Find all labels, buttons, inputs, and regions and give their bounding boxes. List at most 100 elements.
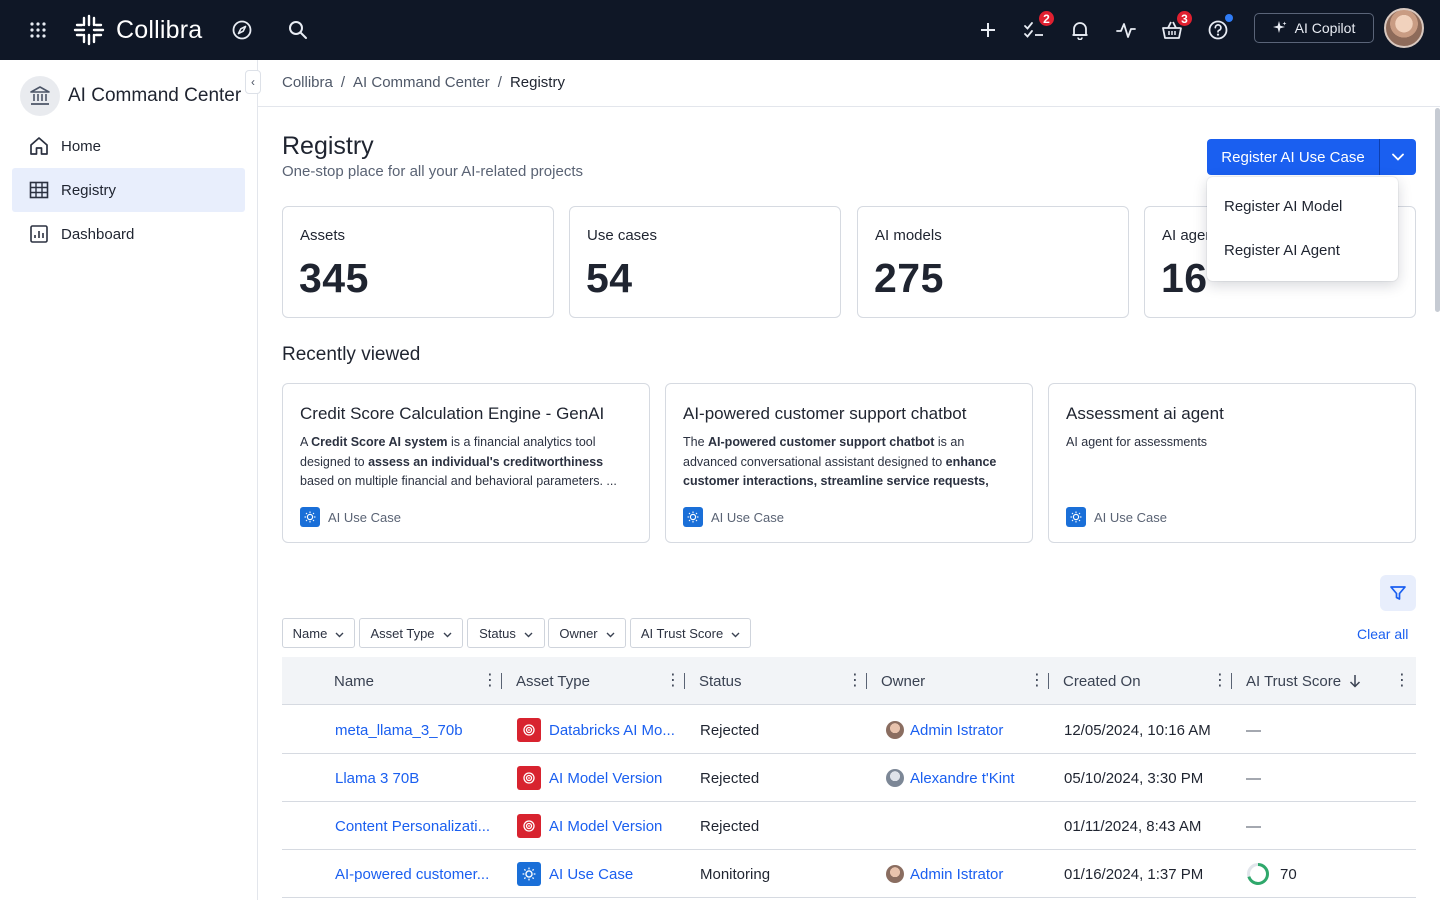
ai-model-icon (517, 814, 541, 838)
menu-item-register-ai-agent[interactable]: Register AI Agent (1224, 242, 1340, 259)
add-icon[interactable] (972, 14, 1004, 46)
sidebar-item-home[interactable]: Home (12, 124, 245, 168)
column-header-owner[interactable]: Owner (881, 657, 925, 705)
column-header-status[interactable]: Status (699, 657, 742, 705)
row-owner-link[interactable]: Admin Istrator (910, 722, 1003, 739)
stat-value: 54 (586, 255, 633, 301)
recent-card[interactable]: AI-powered customer support chatbot The … (665, 383, 1033, 543)
filter-chip-asset-type[interactable]: Asset Type (359, 618, 463, 648)
row-status: Rejected (700, 817, 760, 835)
column-separator[interactable] (501, 673, 502, 689)
collapse-sidebar-button[interactable]: ‹ (245, 70, 261, 94)
table-row[interactable]: meta_llama_3_70b Databricks AI Mo... Rej… (282, 706, 1416, 754)
breadcrumb-ai-command-center[interactable]: AI Command Center (353, 74, 490, 91)
breadcrumb-divider (258, 106, 1440, 107)
stat-card-ai-models[interactable]: AI models 275 (857, 206, 1129, 318)
table-row[interactable]: AI-powered customer... AI Use Case Monit… (282, 850, 1416, 898)
row-asset-type-link[interactable]: AI Model Version (549, 770, 662, 787)
register-dropdown-toggle[interactable] (1380, 139, 1416, 175)
column-separator[interactable] (1048, 673, 1049, 689)
menu-item-register-ai-model[interactable]: Register AI Model (1224, 198, 1342, 215)
tasks-icon[interactable]: 2 (1018, 9, 1056, 46)
breadcrumb: Collibra / AI Command Center / Registry (282, 74, 565, 91)
sidebar-item-label: Dashboard (61, 225, 135, 243)
basket-icon[interactable]: 3 (1156, 9, 1194, 46)
stat-card-assets[interactable]: Assets 345 (282, 206, 554, 318)
column-header-created-on[interactable]: Created On (1063, 657, 1141, 705)
row-created-on: 12/05/2024, 10:16 AM (1064, 721, 1211, 739)
row-asset-type-link[interactable]: Databricks AI Mo... (549, 722, 675, 739)
recent-card-type: AI Use Case (300, 507, 401, 527)
clear-all-link[interactable]: Clear all (1357, 626, 1408, 642)
user-avatar[interactable] (1384, 8, 1424, 48)
bell-icon[interactable] (1064, 14, 1096, 46)
column-menu-icon[interactable]: ⋮ (1212, 673, 1228, 689)
filter-button[interactable] (1380, 575, 1416, 611)
activity-icon[interactable] (1110, 14, 1142, 46)
search-icon[interactable] (282, 14, 314, 46)
compass-icon[interactable] (226, 14, 258, 46)
recent-card[interactable]: Credit Score Calculation Engine - GenAI … (282, 383, 650, 543)
table-header: Name ⋮ Asset Type ⋮ Status ⋮ Owner ⋮ Cre… (282, 657, 1416, 705)
recent-card-title: Credit Score Calculation Engine - GenAI (300, 404, 605, 423)
collibra-logo[interactable]: Collibra (72, 12, 202, 48)
filter-chip-ai-trust-score[interactable]: AI Trust Score (630, 618, 751, 648)
column-separator[interactable] (1231, 673, 1232, 689)
ai-copilot-button[interactable]: AI Copilot (1254, 13, 1374, 43)
row-name-link[interactable]: AI-powered customer... (335, 850, 489, 898)
recent-card-description: A Credit Score AI system is a financial … (300, 435, 617, 488)
register-dropdown-menu: Register AI Model Register AI Agent (1207, 177, 1398, 281)
top-bar: Collibra 2 3 AI Copilot (0, 0, 1440, 60)
brand-name: Collibra (116, 15, 203, 44)
table-row[interactable]: Llama 3 70B AI Model Version Rejected Al… (282, 754, 1416, 802)
row-asset-type-link[interactable]: AI Use Case (549, 866, 633, 883)
recent-card[interactable]: Assessment ai agent AI agent for assessm… (1048, 383, 1416, 543)
help-icon[interactable] (1202, 14, 1234, 46)
column-separator[interactable] (684, 673, 685, 689)
column-header-ai-trust-score[interactable]: AI Trust Score (1246, 657, 1361, 705)
filter-chip-status[interactable]: Status (467, 618, 545, 648)
column-menu-icon[interactable]: ⋮ (847, 673, 863, 689)
column-header-name[interactable]: Name (334, 657, 374, 705)
sidebar-header: AI Command Center (20, 76, 241, 116)
chevron-down-icon (731, 626, 740, 641)
column-menu-icon[interactable]: ⋮ (665, 673, 681, 689)
sidebar-item-dashboard[interactable]: Dashboard (12, 212, 245, 256)
owner-avatar (886, 769, 904, 787)
app-grid-icon[interactable] (22, 14, 54, 46)
filter-chip-owner[interactable]: Owner (548, 618, 626, 648)
column-menu-icon[interactable]: ⋮ (482, 673, 498, 689)
page-title: Registry (282, 132, 374, 160)
sidebar-item-registry[interactable]: Registry (12, 168, 245, 212)
row-name-link[interactable]: Llama 3 70B (335, 754, 419, 802)
page-scrollbar[interactable] (1435, 108, 1440, 312)
row-created-on: 01/11/2024, 8:43 AM (1064, 817, 1202, 835)
cart-badge: 3 (1175, 9, 1194, 28)
recent-card-type-label: AI Use Case (711, 509, 784, 525)
column-menu-icon[interactable]: ⋮ (1394, 673, 1410, 689)
filter-chip-name[interactable]: Name (282, 618, 355, 648)
column-menu-icon[interactable]: ⋮ (1029, 673, 1045, 689)
row-owner-link[interactable]: Alexandre t'Kint (910, 770, 1015, 787)
row-name-link[interactable]: meta_llama_3_70b (335, 706, 463, 754)
ai-model-icon (517, 718, 541, 742)
stat-card-use-cases[interactable]: Use cases 54 (569, 206, 841, 318)
table-row[interactable]: Content Personalizati... AI Model Versio… (282, 802, 1416, 850)
row-name-link[interactable]: Content Personalizati... (335, 802, 490, 850)
column-header-asset-type[interactable]: Asset Type (516, 657, 590, 705)
use-case-icon (517, 862, 541, 886)
sidebar-item-label: Registry (61, 181, 117, 199)
row-asset-type-link[interactable]: AI Model Version (549, 818, 662, 835)
ai-copilot-label: AI Copilot (1294, 20, 1356, 36)
chevron-down-icon (443, 626, 452, 641)
recently-viewed-title: Recently viewed (282, 344, 421, 365)
help-notification-dot (1225, 14, 1233, 22)
stat-label: AI models (875, 227, 942, 244)
register-ai-use-case-button[interactable]: Register AI Use Case (1207, 139, 1379, 175)
row-status: Monitoring (700, 865, 771, 883)
ai-model-icon (517, 766, 541, 790)
row-owner-link[interactable]: Admin Istrator (910, 866, 1003, 883)
sidebar-item-label: Home (61, 137, 102, 155)
column-separator[interactable] (866, 673, 867, 689)
breadcrumb-collibra[interactable]: Collibra (282, 74, 333, 91)
